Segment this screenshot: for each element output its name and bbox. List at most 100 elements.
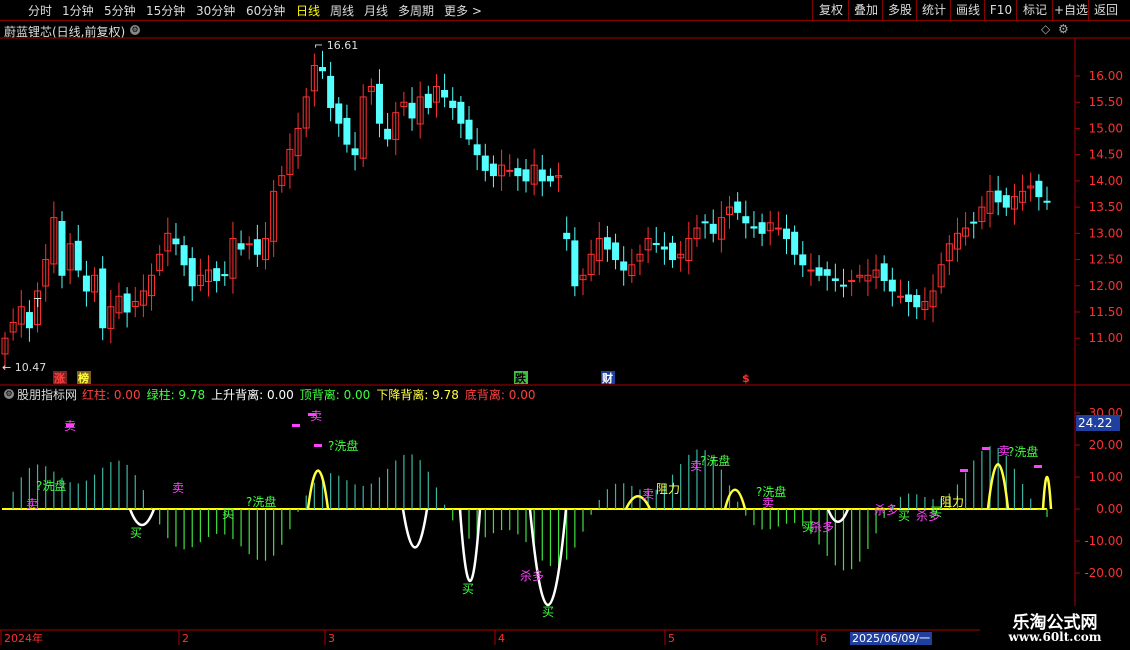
candle-body-97 <box>791 231 799 255</box>
candle-body-10 <box>82 275 90 292</box>
signal-buy-9: 买 <box>462 582 474 596</box>
event-1: 榜 <box>78 371 89 385</box>
ind-label-1: 20.00 <box>1089 438 1123 452</box>
candle-body-42 <box>343 117 351 145</box>
candle-body-101 <box>823 269 831 276</box>
candle-body-46 <box>375 83 383 124</box>
t-marker: T <box>33 296 42 310</box>
candle-body-63 <box>514 168 522 177</box>
candle-body-76 <box>620 261 628 271</box>
spike-w4 <box>128 508 156 527</box>
signal-wash-26: ?洗盘 <box>1008 444 1038 459</box>
price-label-1: 15.50 <box>1089 95 1123 109</box>
time-label-0: 2024年 <box>4 631 43 645</box>
candle-body-75 <box>612 242 620 261</box>
signal-resist-24: 阻力 <box>940 495 964 509</box>
event-0: 涨 <box>54 371 65 385</box>
signal-long-19: 杀多 <box>810 519 834 534</box>
candle-body-9 <box>74 240 82 271</box>
time-label-5: 6 <box>820 632 827 645</box>
candle-body-41 <box>335 103 343 124</box>
candle-body-111 <box>905 294 913 302</box>
candle-body-31 <box>253 239 261 255</box>
high-marker: ⌐ 16.61 <box>314 39 358 52</box>
candle-body-128 <box>1043 200 1051 203</box>
candle-body-108 <box>880 263 888 282</box>
signal-wash-8: ?洗盘 <box>328 438 358 453</box>
event-4: $ <box>742 372 750 385</box>
candle-body-109 <box>888 279 896 292</box>
candle-body-12 <box>99 268 107 329</box>
candle-body-62 <box>506 169 514 172</box>
price-label-2: 15.00 <box>1089 121 1123 135</box>
candle-body-7 <box>58 220 66 276</box>
candle-body-95 <box>774 227 782 230</box>
candle-body-74 <box>603 237 611 250</box>
candle-body-119 <box>970 221 978 224</box>
event-3: 财 <box>601 371 613 385</box>
candle-body-66 <box>538 169 546 182</box>
price-label-9: 11.50 <box>1089 305 1123 319</box>
price-label-6: 13.00 <box>1089 226 1123 240</box>
candle-body-112 <box>913 295 921 308</box>
spike-y3 <box>723 488 747 510</box>
spike-y1 <box>306 469 330 510</box>
candle-body-29 <box>237 243 245 250</box>
candle-body-99 <box>807 269 815 272</box>
candle-body-127 <box>1035 180 1043 198</box>
candle-body-59 <box>481 155 489 171</box>
sell-dash-4 <box>982 447 990 450</box>
candle-body-3 <box>25 312 33 329</box>
candle-body-80 <box>652 243 660 246</box>
spike-w1 <box>401 508 429 549</box>
candle-body-92 <box>750 226 758 229</box>
candle-body-56 <box>457 101 465 124</box>
signal-sell-2: 卖 <box>26 497 38 511</box>
signal-wash-1: ?洗盘 <box>36 478 66 493</box>
candle-body-70 <box>571 240 579 287</box>
price-label-3: 14.50 <box>1089 148 1123 162</box>
candle-body-58 <box>473 144 481 156</box>
chart-canvas[interactable]: 16.00 15.50 15.00 14.50 14.00 13.50 13.00 12.50… <box>0 0 1130 650</box>
candle-body-103 <box>839 284 847 287</box>
candle-body-54 <box>441 90 449 98</box>
signal-wash-15: ?洗盘 <box>700 453 730 468</box>
signal-buy-3: 买 <box>130 526 142 540</box>
sell-dash-0 <box>66 424 74 427</box>
candle-body-87 <box>709 223 717 234</box>
sell-dash-3 <box>314 444 322 447</box>
candle-body-52 <box>424 93 432 108</box>
price-label-0: 16.00 <box>1089 69 1123 83</box>
ind-label-3: 0.00 <box>1096 502 1123 516</box>
signal-sell-17: 卖 <box>762 496 774 510</box>
candle-body-98 <box>799 254 807 266</box>
signal-resist-12: 阻力 <box>656 482 680 496</box>
candle-body-22 <box>180 245 188 266</box>
signal-buy-5: 买 <box>222 507 234 521</box>
candle-body-82 <box>669 242 677 261</box>
sell-dash-1 <box>292 424 300 427</box>
candle-body-47 <box>384 128 392 140</box>
sell-dash-6 <box>1034 465 1042 468</box>
price-label-7: 12.50 <box>1089 253 1123 267</box>
time-label-1: 2 <box>182 632 189 645</box>
candle-body-57 <box>465 119 473 140</box>
candle-body-26 <box>213 268 221 282</box>
price-label-8: 12.00 <box>1089 279 1123 293</box>
ind-label-4: -10.00 <box>1084 534 1123 548</box>
candle-body-81 <box>660 246 668 250</box>
signal-long-20: 杀多 <box>874 502 898 517</box>
candle-body-122 <box>994 190 1002 203</box>
candle-body-102 <box>831 278 839 282</box>
signal-long-10: 杀多 <box>520 568 544 583</box>
sell-dash-5 <box>960 469 968 472</box>
candle-body-104 <box>848 280 856 283</box>
candle-body-40 <box>327 75 335 108</box>
candle-body-100 <box>815 267 823 276</box>
candle-body-123 <box>1002 195 1010 208</box>
candle-body-21 <box>172 238 180 245</box>
watermark-url: www.60lt.com <box>1008 630 1102 644</box>
candle-body-86 <box>701 221 709 224</box>
candle-body-43 <box>351 148 359 156</box>
cursor-date: 2025/06/09/一 <box>852 632 930 645</box>
